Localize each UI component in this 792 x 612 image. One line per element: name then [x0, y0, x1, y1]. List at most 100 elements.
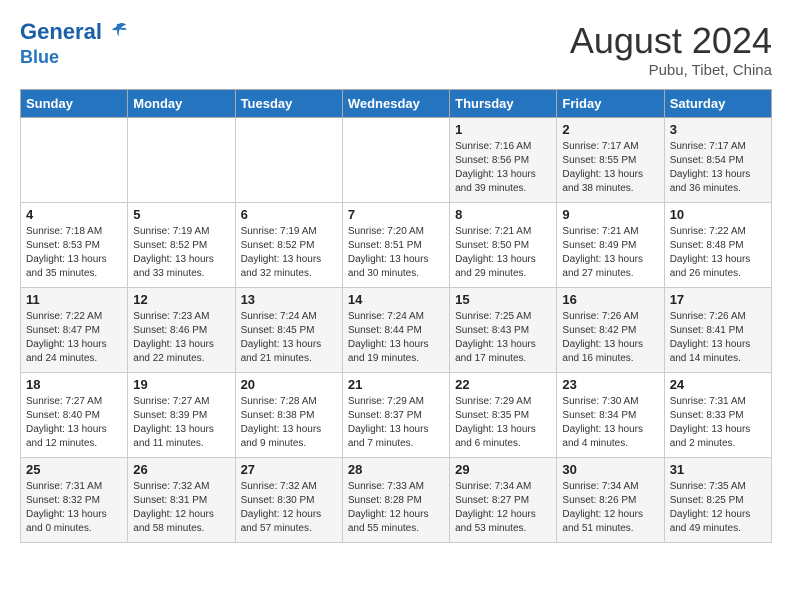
- day-detail: Sunrise: 7:28 AM Sunset: 8:38 PM Dayligh…: [241, 395, 337, 451]
- day-detail: Sunrise: 7:26 AM Sunset: 8:41 PM Dayligh…: [670, 310, 766, 366]
- day-number: 19: [133, 377, 229, 392]
- calendar-cell: 21Sunrise: 7:29 AM Sunset: 8:37 PM Dayli…: [342, 373, 449, 458]
- calendar-cell: 23 Sunrise: 7:30 AM Sunset: 8:34 PM Dayli…: [557, 373, 664, 458]
- day-detail: Sunrise: 7:18 AM Sunset: 8:53 PM Dayligh…: [26, 225, 122, 281]
- day-detail: Sunrise: 7:17 AM Sunset: 8:55 PM Dayligh…: [562, 140, 658, 196]
- day-number: 22: [455, 377, 551, 392]
- day-number: 26: [133, 462, 229, 477]
- calendar-cell: 16 Sunrise: 7:26 AM Sunset: 8:42 PM Dayli…: [557, 288, 664, 373]
- calendar-cell: 15 Sunrise: 7:25 AM Sunset: 8:43 PM Dayli…: [450, 288, 557, 373]
- day-number: 8: [455, 207, 551, 222]
- calendar-cell: 4 Sunrise: 7:18 AM Sunset: 8:53 PM Daylig…: [21, 203, 128, 288]
- day-detail: Sunrise: 7:26 AM Sunset: 8:42 PM Dayligh…: [562, 310, 658, 366]
- day-detail: Sunrise: 7:24 AM Sunset: 8:44 PM Dayligh…: [348, 310, 444, 366]
- day-number: 10: [670, 207, 766, 222]
- weekday-header-saturday: Saturday: [664, 90, 771, 118]
- calendar-week-row: 25 Sunrise: 7:31 AM Sunset: 8:32 PM Dayli…: [21, 458, 772, 543]
- day-detail: Sunrise: 7:25 AM Sunset: 8:43 PM Dayligh…: [455, 310, 551, 366]
- calendar-week-row: 1 Sunrise: 7:16 AM Sunset: 8:56 PM Daylig…: [21, 118, 772, 203]
- day-number: 1: [455, 122, 551, 137]
- weekday-header-tuesday: Tuesday: [235, 90, 342, 118]
- calendar-cell: 28 Sunrise: 7:33 AM Sunset: 8:28 PM Dayli…: [342, 458, 449, 543]
- day-number: 2: [562, 122, 658, 137]
- calendar-cell: 19 Sunrise: 7:27 AM Sunset: 8:39 PM Dayli…: [128, 373, 235, 458]
- day-number: 25: [26, 462, 122, 477]
- day-detail: Sunrise: 7:17 AM Sunset: 8:54 PM Dayligh…: [670, 140, 766, 196]
- day-number: 13: [241, 292, 337, 307]
- calendar-cell: 17 Sunrise: 7:26 AM Sunset: 8:41 PM Dayli…: [664, 288, 771, 373]
- day-detail: Sunrise: 7:29 AM Sunset: 8:37 PM Dayligh…: [348, 395, 444, 451]
- calendar-cell: 27 Sunrise: 7:32 AM Sunset: 8:30 PM Dayli…: [235, 458, 342, 543]
- calendar-cell: 30Sunrise: 7:34 AM Sunset: 8:26 PM Dayli…: [557, 458, 664, 543]
- day-detail: Sunrise: 7:27 AM Sunset: 8:39 PM Dayligh…: [133, 395, 229, 451]
- day-number: 28: [348, 462, 444, 477]
- day-number: 29: [455, 462, 551, 477]
- day-number: 24: [670, 377, 766, 392]
- day-number: 7: [348, 207, 444, 222]
- weekday-header-sunday: Sunday: [21, 90, 128, 118]
- day-detail: Sunrise: 7:33 AM Sunset: 8:28 PM Dayligh…: [348, 480, 444, 536]
- calendar-cell: 11Sunrise: 7:22 AM Sunset: 8:47 PM Dayli…: [21, 288, 128, 373]
- weekday-header-row: SundayMondayTuesdayWednesdayThursdayFrid…: [21, 90, 772, 118]
- day-number: 12: [133, 292, 229, 307]
- day-number: 3: [670, 122, 766, 137]
- day-number: 15: [455, 292, 551, 307]
- calendar-cell: 12 Sunrise: 7:23 AM Sunset: 8:46 PM Dayli…: [128, 288, 235, 373]
- calendar-cell: 18 Sunrise: 7:27 AM Sunset: 8:40 PM Dayli…: [21, 373, 128, 458]
- logo: General Blue: [20, 20, 128, 68]
- calendar-cell: 5Sunrise: 7:19 AM Sunset: 8:52 PM Daylig…: [128, 203, 235, 288]
- calendar-cell: [128, 118, 235, 203]
- calendar-cell: [235, 118, 342, 203]
- location-subtitle: Pubu, Tibet, China: [570, 62, 772, 79]
- day-number: 4: [26, 207, 122, 222]
- calendar-week-row: 4 Sunrise: 7:18 AM Sunset: 8:53 PM Daylig…: [21, 203, 772, 288]
- day-detail: Sunrise: 7:24 AM Sunset: 8:45 PM Dayligh…: [241, 310, 337, 366]
- calendar-cell: 26 Sunrise: 7:32 AM Sunset: 8:31 PM Dayli…: [128, 458, 235, 543]
- day-detail: Sunrise: 7:32 AM Sunset: 8:31 PM Dayligh…: [133, 480, 229, 536]
- day-detail: Sunrise: 7:32 AM Sunset: 8:30 PM Dayligh…: [241, 480, 337, 536]
- calendar-cell: 14Sunrise: 7:24 AM Sunset: 8:44 PM Dayli…: [342, 288, 449, 373]
- weekday-header-thursday: Thursday: [450, 90, 557, 118]
- calendar-table: SundayMondayTuesdayWednesdayThursdayFrid…: [20, 89, 772, 543]
- day-number: 20: [241, 377, 337, 392]
- day-number: 27: [241, 462, 337, 477]
- month-year-title: August 2024: [570, 20, 772, 62]
- calendar-cell: 7 Sunrise: 7:20 AM Sunset: 8:51 PM Daylig…: [342, 203, 449, 288]
- day-number: 11: [26, 292, 122, 307]
- logo-bird-icon: [110, 21, 128, 39]
- day-detail: Sunrise: 7:23 AM Sunset: 8:46 PM Dayligh…: [133, 310, 229, 366]
- day-detail: Sunrise: 7:20 AM Sunset: 8:51 PM Dayligh…: [348, 225, 444, 281]
- day-detail: Sunrise: 7:21 AM Sunset: 8:50 PM Dayligh…: [455, 225, 551, 281]
- calendar-cell: 24Sunrise: 7:31 AM Sunset: 8:33 PM Dayli…: [664, 373, 771, 458]
- calendar-cell: 9Sunrise: 7:21 AM Sunset: 8:49 PM Daylig…: [557, 203, 664, 288]
- day-number: 31: [670, 462, 766, 477]
- weekday-header-wednesday: Wednesday: [342, 90, 449, 118]
- calendar-cell: 3 Sunrise: 7:17 AM Sunset: 8:54 PM Daylig…: [664, 118, 771, 203]
- day-number: 18: [26, 377, 122, 392]
- day-detail: Sunrise: 7:22 AM Sunset: 8:48 PM Dayligh…: [670, 225, 766, 281]
- calendar-week-row: 18 Sunrise: 7:27 AM Sunset: 8:40 PM Dayli…: [21, 373, 772, 458]
- calendar-cell: 2 Sunrise: 7:17 AM Sunset: 8:55 PM Daylig…: [557, 118, 664, 203]
- day-detail: Sunrise: 7:34 AM Sunset: 8:26 PM Dayligh…: [562, 480, 658, 536]
- title-block: August 2024 Pubu, Tibet, China: [570, 20, 772, 79]
- logo-text: General: [20, 20, 128, 44]
- day-detail: Sunrise: 7:31 AM Sunset: 8:32 PM Dayligh…: [26, 480, 122, 536]
- day-number: 16: [562, 292, 658, 307]
- day-detail: Sunrise: 7:19 AM Sunset: 8:52 PM Dayligh…: [133, 225, 229, 281]
- calendar-cell: 25 Sunrise: 7:31 AM Sunset: 8:32 PM Dayli…: [21, 458, 128, 543]
- calendar-cell: 13 Sunrise: 7:24 AM Sunset: 8:45 PM Dayli…: [235, 288, 342, 373]
- weekday-header-friday: Friday: [557, 90, 664, 118]
- day-number: 17: [670, 292, 766, 307]
- day-detail: Sunrise: 7:27 AM Sunset: 8:40 PM Dayligh…: [26, 395, 122, 451]
- day-number: 23: [562, 377, 658, 392]
- day-detail: Sunrise: 7:35 AM Sunset: 8:25 PM Dayligh…: [670, 480, 766, 536]
- day-detail: Sunrise: 7:16 AM Sunset: 8:56 PM Dayligh…: [455, 140, 551, 196]
- day-detail: Sunrise: 7:29 AM Sunset: 8:35 PM Dayligh…: [455, 395, 551, 451]
- day-number: 6: [241, 207, 337, 222]
- day-detail: Sunrise: 7:30 AM Sunset: 8:34 PM Dayligh…: [562, 395, 658, 451]
- calendar-cell: 22 Sunrise: 7:29 AM Sunset: 8:35 PM Dayli…: [450, 373, 557, 458]
- weekday-header-monday: Monday: [128, 90, 235, 118]
- calendar-cell: 1 Sunrise: 7:16 AM Sunset: 8:56 PM Daylig…: [450, 118, 557, 203]
- calendar-week-row: 11Sunrise: 7:22 AM Sunset: 8:47 PM Dayli…: [21, 288, 772, 373]
- calendar-cell: [21, 118, 128, 203]
